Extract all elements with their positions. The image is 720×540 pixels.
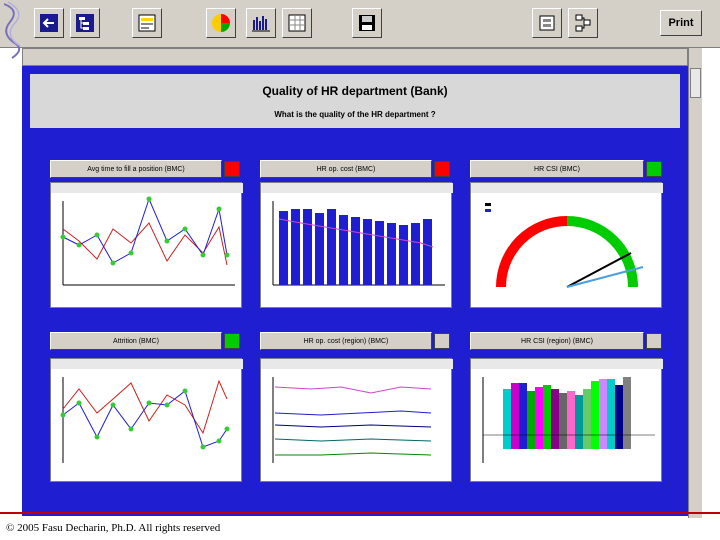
- status-indicator-hr-op-cost: [434, 161, 450, 177]
- panel-head-hr-op-cost-region[interactable]: HR op. cost (region) (BMC): [260, 332, 432, 350]
- panel-label: HR CSI (BMC): [534, 165, 580, 173]
- network-button[interactable]: [568, 8, 598, 38]
- status-indicator-avg-time: [224, 161, 240, 177]
- toolbar: Print: [0, 0, 720, 59]
- horizontal-scrollbar[interactable]: [22, 48, 688, 66]
- panel-label: Attrition (BMC): [113, 337, 159, 345]
- panel-label: Avg time to fill a position (BMC): [87, 165, 185, 173]
- scroll-thumb[interactable]: [690, 68, 701, 98]
- pie-chart-icon: [212, 14, 230, 32]
- status-indicator-hr-csi-region: [646, 333, 662, 349]
- save-icon: [359, 15, 375, 31]
- chart-hr-op-cost-region: [260, 358, 453, 482]
- dashboard: Quality of HR department (Bank) What is …: [22, 66, 688, 516]
- copy-icon: [539, 15, 555, 31]
- chart-avg-time: [50, 182, 243, 308]
- page-title: Quality of HR department (Bank): [262, 84, 448, 98]
- status-indicator-hr-csi: [646, 161, 662, 177]
- chart-hr-op-cost: [260, 182, 453, 308]
- table-icon: [288, 14, 306, 32]
- dashboard-header: Quality of HR department (Bank) What is …: [30, 74, 680, 128]
- report-button[interactable]: [132, 8, 162, 38]
- print-button[interactable]: Print: [660, 10, 702, 36]
- panel-label: HR op. cost (BMC): [316, 165, 376, 173]
- panel-head-hr-csi-region[interactable]: HR CSI (region) (BMC): [470, 332, 644, 350]
- pie-chart-button[interactable]: [206, 8, 236, 38]
- chart-hr-csi-region: [470, 358, 663, 482]
- chart-attrition: [50, 358, 243, 482]
- network-icon: [575, 14, 591, 32]
- chart-hr-csi-gauge: [470, 182, 663, 308]
- report-icon: [138, 14, 156, 32]
- panel-head-hr-csi[interactable]: HR CSI (BMC): [470, 160, 644, 178]
- tree-button[interactable]: [70, 8, 100, 38]
- vertical-scrollbar[interactable]: [688, 48, 702, 518]
- panel-head-attrition[interactable]: Attrition (BMC): [50, 332, 222, 350]
- copyright-text: © 2005 Fasu Decharin, Ph.D. All rights r…: [6, 522, 221, 534]
- status-indicator-hr-op-cost-region: [434, 333, 450, 349]
- panel-label: HR CSI (region) (BMC): [521, 337, 593, 345]
- panel-head-hr-op-cost[interactable]: HR op. cost (BMC): [260, 160, 432, 178]
- back-arrow-icon: [40, 14, 58, 32]
- footer-divider: [0, 512, 720, 514]
- back-button[interactable]: [34, 8, 64, 38]
- page-subtitle: What is the quality of the HR department…: [274, 110, 436, 119]
- table-button[interactable]: [282, 8, 312, 38]
- panel-label: HR op. cost (region) (BMC): [303, 337, 389, 345]
- panel-head-avg-time[interactable]: Avg time to fill a position (BMC): [50, 160, 222, 178]
- bar-chart-icon: [252, 16, 270, 32]
- copy-button[interactable]: [532, 8, 562, 38]
- status-indicator-attrition: [224, 333, 240, 349]
- tree-icon: [76, 14, 94, 32]
- save-button[interactable]: [352, 8, 382, 38]
- bar-chart-button[interactable]: [246, 8, 276, 38]
- screen: Print Quality of HR department (Bank) Wh…: [0, 0, 720, 540]
